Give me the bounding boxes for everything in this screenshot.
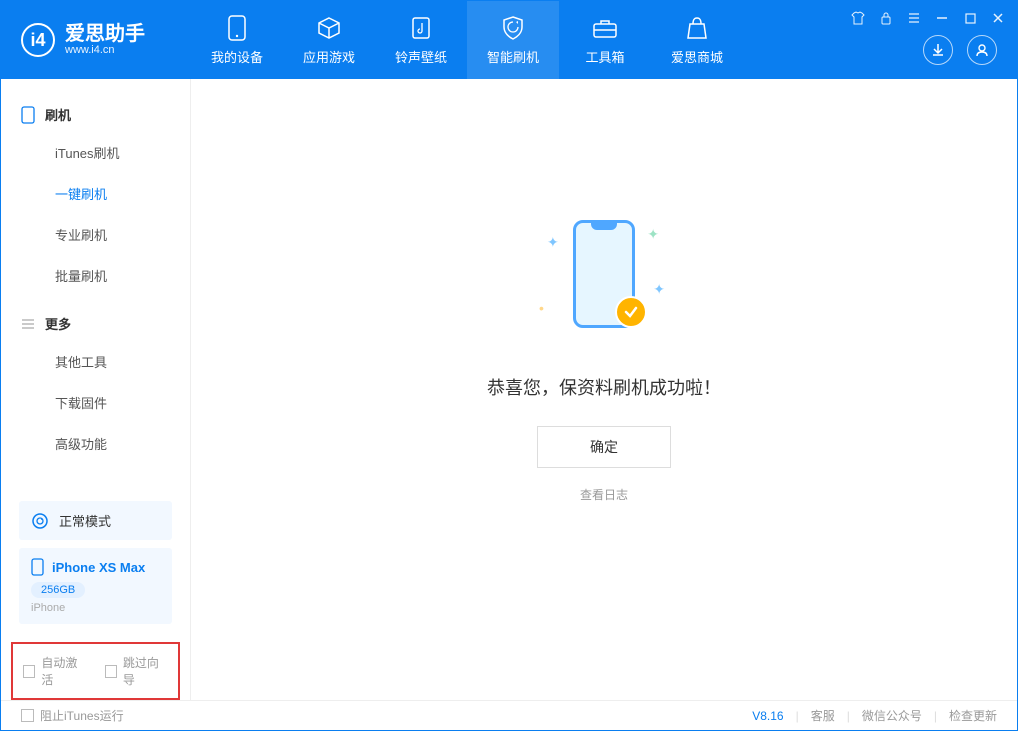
tab-toolbox[interactable]: 工具箱 <box>559 1 651 79</box>
close-button[interactable] <box>989 9 1007 27</box>
sidebar-item-itunes[interactable]: iTunes刷机 <box>1 132 190 173</box>
list-icon <box>21 317 35 331</box>
device-info[interactable]: iPhone XS Max 256GB iPhone <box>19 548 172 624</box>
sidebar-item-pro[interactable]: 专业刷机 <box>1 214 190 255</box>
view-log-link[interactable]: 查看日志 <box>580 486 628 503</box>
music-icon <box>408 15 434 41</box>
tshirt-icon[interactable] <box>849 9 867 27</box>
checkbox-auto-activate[interactable]: 自动激活 <box>23 654 87 688</box>
tab-store[interactable]: 爱思商城 <box>651 1 743 79</box>
app-url: www.i4.cn <box>65 44 145 56</box>
success-illustration: ✦ ✦ • ✦ <box>519 216 689 346</box>
storage-badge: 256GB <box>31 582 85 598</box>
sidebar-item-other[interactable]: 其他工具 <box>1 341 190 382</box>
version-label: V8.16 <box>752 709 783 723</box>
tab-flash[interactable]: 智能刷机 <box>467 1 559 79</box>
checkbox-skip-guide[interactable]: 跳过向导 <box>105 654 169 688</box>
checkbox-icon <box>105 665 117 678</box>
update-link[interactable]: 检查更新 <box>949 707 997 724</box>
sparkle-icon: ✦ <box>653 281 665 298</box>
sidebar: 刷机 iTunes刷机 一键刷机 专业刷机 批量刷机 更多 其他工具 下载固件 … <box>1 79 191 700</box>
top-tabs: 我的设备 应用游戏 铃声壁纸 智能刷机 工具箱 <box>191 1 743 79</box>
sparkle-icon: ✦ <box>647 226 659 243</box>
sidebar-item-advanced[interactable]: 高级功能 <box>1 423 190 464</box>
sidebar-item-firmware[interactable]: 下载固件 <box>1 382 190 423</box>
user-button[interactable] <box>967 35 997 65</box>
device-mode[interactable]: 正常模式 <box>19 501 172 540</box>
device-panel: 正常模式 iPhone XS Max 256GB iPhone <box>1 489 190 636</box>
header-right <box>923 35 997 65</box>
sidebar-section-flash: 刷机 <box>1 97 190 132</box>
sync-icon <box>31 512 49 530</box>
phone-small-icon <box>31 558 44 576</box>
tab-apps[interactable]: 应用游戏 <box>283 1 375 79</box>
window-controls <box>849 9 1007 27</box>
footer: 阻止iTunes运行 V8.16 | 客服 | 微信公众号 | 检查更新 <box>1 700 1017 730</box>
tab-ringtone[interactable]: 铃声壁纸 <box>375 1 467 79</box>
sidebar-item-batch[interactable]: 批量刷机 <box>1 255 190 296</box>
checkbox-icon <box>21 709 34 722</box>
device-icon <box>21 106 35 124</box>
sparkle-icon: • <box>539 300 544 316</box>
sparkle-icon: ✦ <box>547 234 559 251</box>
success-message: 恭喜您，保资料刷机成功啦！ <box>487 374 721 400</box>
minimize-button[interactable] <box>933 9 951 27</box>
toolbox-icon <box>592 15 618 41</box>
header: i4 爱思助手 www.i4.cn 我的设备 应用游戏 铃声壁纸 <box>1 1 1017 79</box>
menu-icon[interactable] <box>905 9 923 27</box>
maximize-button[interactable] <box>961 9 979 27</box>
check-badge-icon <box>615 296 647 328</box>
highlighted-checks: 自动激活 跳过向导 <box>11 642 180 700</box>
ok-button[interactable]: 确定 <box>537 426 671 468</box>
tab-my-device[interactable]: 我的设备 <box>191 1 283 79</box>
shield-icon <box>500 15 526 41</box>
download-button[interactable] <box>923 35 953 65</box>
service-link[interactable]: 客服 <box>811 707 835 724</box>
checkbox-icon <box>23 665 35 678</box>
bag-icon <box>684 15 710 41</box>
wechat-link[interactable]: 微信公众号 <box>862 707 922 724</box>
logo-icon: i4 <box>21 23 55 57</box>
phone-icon <box>224 15 250 41</box>
app-name: 爱思助手 <box>65 24 145 44</box>
logo-area: i4 爱思助手 www.i4.cn <box>1 23 191 57</box>
sidebar-section-more: 更多 <box>1 306 190 341</box>
lock-icon[interactable] <box>877 9 895 27</box>
main-content: ✦ ✦ • ✦ 恭喜您，保资料刷机成功啦！ 确定 查看日志 <box>191 79 1017 700</box>
checkbox-block-itunes[interactable]: 阻止iTunes运行 <box>21 707 124 724</box>
sidebar-item-oneclick[interactable]: 一键刷机 <box>1 173 190 214</box>
cube-icon <box>316 15 342 41</box>
